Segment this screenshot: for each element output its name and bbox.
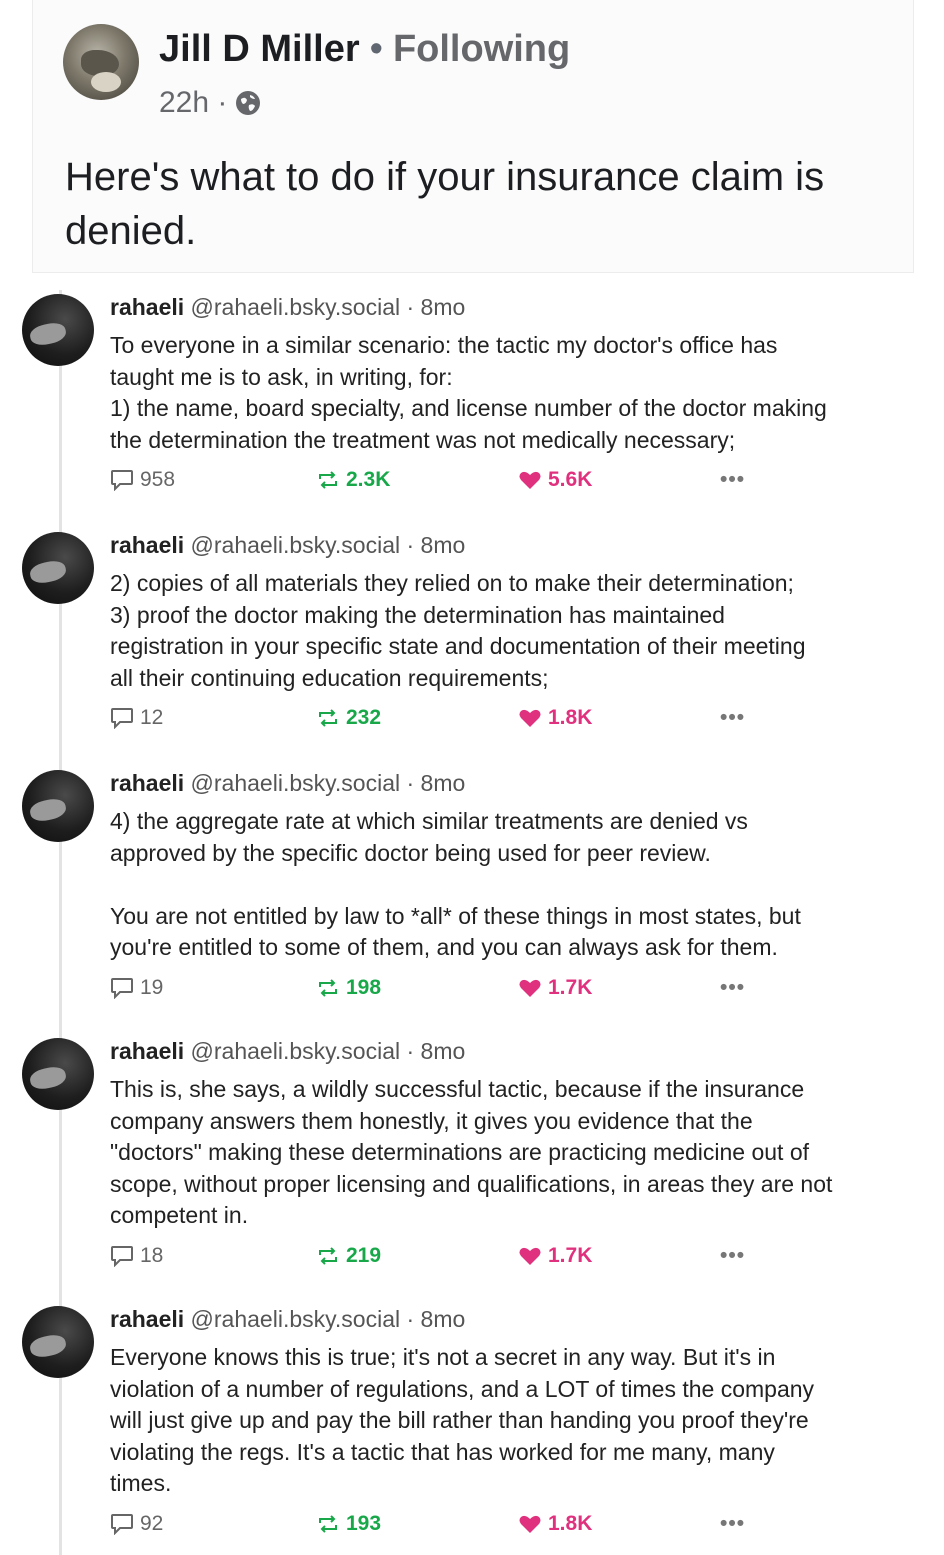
handle-time[interactable]: @rahaeli.bsky.social · 8mo	[191, 1038, 466, 1064]
heart-icon	[519, 1515, 541, 1533]
like-count: 1.7K	[548, 976, 593, 999]
post-body: 4) the aggregate rate at which similar t…	[110, 808, 801, 960]
like-button[interactable]: 1.7K	[518, 976, 592, 1000]
display-name[interactable]: rahaeli	[110, 770, 184, 796]
like-count: 1.7K	[548, 1244, 593, 1267]
like-button[interactable]: 1.8K	[518, 1512, 592, 1536]
handle-time[interactable]: @rahaeli.bsky.social · 8mo	[191, 294, 466, 320]
display-name[interactable]: rahaeli	[110, 532, 184, 558]
like-count: 5.6K	[548, 468, 593, 491]
reply-count: 19	[140, 976, 164, 999]
reply-button[interactable]: 12	[110, 706, 163, 730]
reply-button[interactable]: 958	[110, 468, 175, 492]
author-name[interactable]: Jill D Miller	[159, 28, 360, 70]
speech-bubble-icon	[111, 708, 133, 729]
post-body: Everyone knows this is true; it's not a …	[110, 1344, 815, 1496]
repost-button[interactable]: 232	[316, 706, 381, 730]
heart-icon	[519, 1247, 541, 1265]
more-dots-icon[interactable]: •••	[720, 1244, 745, 1268]
avatar[interactable]	[22, 1306, 94, 1378]
more-dots-icon[interactable]: •••	[720, 976, 745, 1000]
repost-arrows-icon	[319, 1515, 337, 1533]
facebook-post-card: Jill D Miller • Following 22h · Here's wha…	[32, 0, 914, 273]
handle-time[interactable]: @rahaeli.bsky.social · 8mo	[191, 770, 466, 796]
more-dots-icon[interactable]: •••	[720, 468, 745, 492]
post-header: rahaeli @rahaeli.bsky.social · 8mo	[110, 294, 465, 321]
more-dots-icon[interactable]: •••	[720, 706, 745, 730]
repost-count: 219	[346, 1244, 382, 1267]
reply-count: 958	[140, 468, 176, 491]
globe-icon	[236, 91, 261, 115]
repost-count: 193	[346, 1512, 382, 1535]
speech-bubble-icon	[111, 1246, 133, 1267]
post-body: 2) copies of all materials they relied o…	[110, 570, 806, 691]
repost-arrows-icon	[319, 979, 337, 997]
reply-count: 12	[140, 706, 164, 729]
reply-count: 92	[140, 1512, 164, 1535]
following-button[interactable]: Following	[393, 28, 570, 70]
author-avatar[interactable]	[63, 24, 139, 100]
repost-arrows-icon	[319, 471, 337, 489]
display-name[interactable]: rahaeli	[110, 1306, 184, 1332]
post-actions: 92 193 1.8K •••	[110, 1512, 870, 1540]
post-actions: 19 198 1.7K •••	[110, 976, 870, 1004]
heart-icon	[519, 979, 541, 997]
avatar[interactable]	[22, 532, 94, 604]
speech-bubble-icon	[111, 1514, 133, 1535]
like-count: 1.8K	[548, 1512, 593, 1535]
post-actions: 958 2.3K 5.6K •••	[110, 468, 870, 496]
speech-bubble-icon	[111, 978, 133, 999]
like-button[interactable]: 5.6K	[518, 468, 592, 492]
handle-time[interactable]: @rahaeli.bsky.social · 8mo	[191, 1306, 466, 1332]
post-header: rahaeli @rahaeli.bsky.social · 8mo	[110, 1038, 465, 1065]
avatar[interactable]	[22, 770, 94, 842]
separator-dot: •	[369, 28, 383, 70]
repost-count: 232	[346, 706, 382, 729]
repost-button[interactable]: 198	[316, 976, 381, 1000]
repost-button[interactable]: 219	[316, 1244, 381, 1268]
reply-count: 18	[140, 1244, 164, 1267]
display-name[interactable]: rahaeli	[110, 1038, 184, 1064]
like-count: 1.8K	[548, 706, 593, 729]
reply-button[interactable]: 92	[110, 1512, 163, 1536]
repost-arrows-icon	[319, 709, 337, 727]
heart-icon	[519, 709, 541, 727]
post-actions: 18 219 1.7K •••	[110, 1244, 870, 1272]
reply-button[interactable]: 18	[110, 1244, 163, 1268]
reply-button[interactable]: 19	[110, 976, 163, 1000]
post-body: This is, she says, a wildly successful t…	[110, 1076, 833, 1228]
post-header: rahaeli @rahaeli.bsky.social · 8mo	[110, 532, 465, 559]
handle-time[interactable]: @rahaeli.bsky.social · 8mo	[191, 532, 466, 558]
avatar[interactable]	[22, 1038, 94, 1110]
like-button[interactable]: 1.8K	[518, 706, 592, 730]
post-time[interactable]: 22h ·	[159, 86, 227, 120]
post-actions: 12 232 1.8K •••	[110, 706, 870, 734]
repost-button[interactable]: 193	[316, 1512, 381, 1536]
repost-arrows-icon	[319, 1247, 337, 1265]
post-header: rahaeli @rahaeli.bsky.social · 8mo	[110, 1306, 465, 1333]
post-text: Here's what to do if your insurance clai…	[65, 155, 825, 253]
like-button[interactable]: 1.7K	[518, 1244, 592, 1268]
repost-count: 2.3K	[346, 468, 391, 491]
post-header: rahaeli @rahaeli.bsky.social · 8mo	[110, 770, 465, 797]
post-body: To everyone in a similar scenario: the t…	[110, 332, 827, 453]
repost-count: 198	[346, 976, 382, 999]
speech-bubble-icon	[111, 470, 133, 491]
avatar[interactable]	[22, 294, 94, 366]
display-name[interactable]: rahaeli	[110, 294, 184, 320]
post-meta: 22h ·	[159, 86, 261, 120]
author-header: Jill D Miller • Following	[159, 28, 570, 71]
heart-icon	[519, 471, 541, 489]
more-dots-icon[interactable]: •••	[720, 1512, 745, 1536]
repost-button[interactable]: 2.3K	[316, 468, 390, 492]
